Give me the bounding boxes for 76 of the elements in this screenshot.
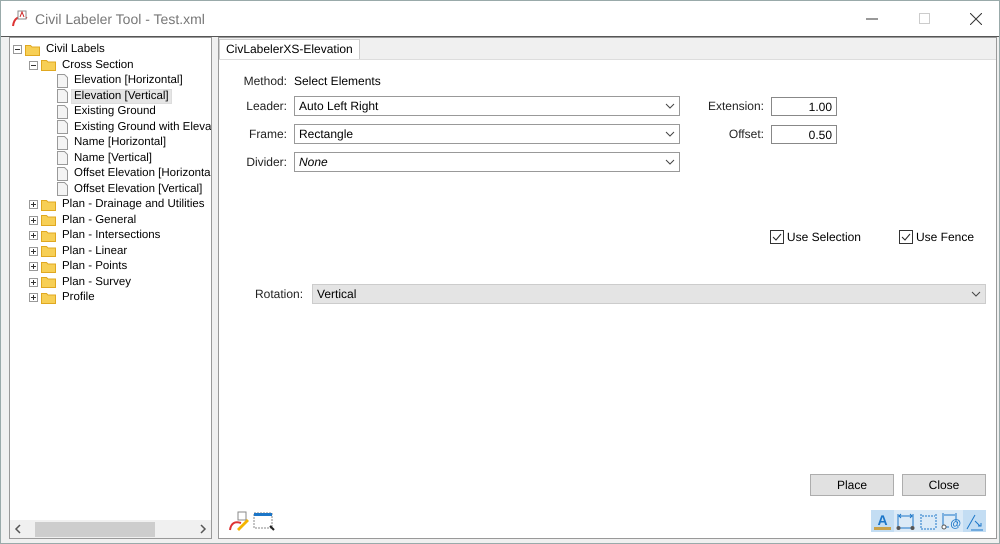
input-field[interactable]: 0.50 — [771, 124, 837, 144]
expand-icon[interactable] — [29, 231, 38, 240]
checkbox[interactable] — [770, 230, 784, 244]
scroll-right-icon[interactable] — [200, 524, 207, 534]
tree-item[interactable]: Existing Ground — [71, 104, 159, 120]
folder-icon — [41, 260, 56, 273]
folder-icon — [41, 230, 56, 242]
window-title: Civil Labeler Tool - Test.xml — [35, 10, 206, 26]
collapse-icon[interactable] — [29, 60, 38, 70]
document-icon — [57, 136, 68, 150]
dimension-box-icon[interactable] — [919, 512, 938, 530]
expand-icon[interactable] — [29, 200, 38, 210]
document-icon — [57, 151, 68, 166]
folder-icon — [41, 198, 56, 211]
minimize-icon — [866, 18, 878, 20]
document-icon — [57, 166, 68, 181]
dialog-button[interactable]: Place — [810, 474, 894, 496]
tree-item[interactable]: Plan - Survey — [59, 274, 134, 290]
tree-item[interactable]: Civil Labels — [43, 42, 108, 58]
dimension-points-icon[interactable] — [896, 512, 915, 530]
field-label: Offset: — [728, 127, 764, 141]
expand-icon[interactable] — [29, 278, 38, 287]
rotation-label: Rotation: — [255, 287, 304, 301]
input-field[interactable]: 1.00 — [771, 96, 837, 116]
field-label: Extension: — [706, 99, 764, 113]
dropdown-label: Frame: — [248, 127, 287, 141]
expand-icon[interactable] — [29, 293, 38, 302]
labeler-pencil-icon[interactable] — [229, 511, 251, 531]
window-select-icon[interactable] — [253, 511, 275, 531]
maximize-icon — [918, 13, 930, 24]
collapse-icon[interactable] — [13, 45, 22, 54]
dimension-at-tool[interactable]: @ — [941, 511, 962, 531]
folder-icon — [41, 292, 56, 304]
tree-item[interactable]: Offset Elevation [Horizonta — [71, 166, 211, 182]
tree-item[interactable]: Name [Horizontal] — [71, 135, 170, 150]
checkbox-label: Use Fence — [916, 230, 974, 244]
checkbox[interactable] — [898, 230, 913, 244]
expand-icon[interactable] — [29, 216, 38, 225]
app-logo-icon — [11, 10, 29, 28]
tree-item[interactable]: Cross Section — [59, 58, 137, 73]
document-icon — [57, 120, 68, 134]
tree-item[interactable]: Offset Elevation [Vertical] — [71, 182, 206, 197]
folder-icon — [25, 44, 40, 56]
close-icon — [970, 12, 982, 24]
tree-item[interactable]: Plan - Intersections — [59, 228, 164, 244]
tree-item[interactable]: Plan - Drainage and Utilities — [59, 197, 208, 212]
dropdown[interactable]: None — [294, 152, 680, 172]
tree-item[interactable]: Name [Vertical] — [71, 150, 155, 166]
dropdown-label: Leader: — [245, 99, 287, 113]
folder-icon — [41, 245, 56, 258]
tree-item[interactable]: Plan - Linear — [59, 244, 130, 259]
scroll-left-icon[interactable] — [14, 524, 21, 534]
folder-icon — [41, 214, 56, 226]
folder-icon — [41, 276, 56, 288]
dropdown[interactable]: Rectangle — [294, 124, 680, 144]
method-value: Select Elements — [294, 74, 382, 88]
document-icon — [57, 74, 68, 88]
tree-item[interactable]: Elevation [Horizontal] — [71, 73, 186, 88]
tree-item[interactable]: Plan - General — [59, 212, 140, 228]
tab[interactable]: CivLabelerXS-Elevation — [219, 39, 360, 59]
tree-item[interactable]: Plan - Points — [59, 259, 130, 274]
expand-icon[interactable] — [29, 262, 38, 272]
dialog-button[interactable]: Close — [902, 474, 986, 496]
document-icon — [57, 182, 68, 196]
document-icon — [57, 104, 68, 119]
checkbox-label: Use Selection — [786, 230, 861, 244]
expand-icon[interactable] — [29, 246, 38, 256]
folder-icon — [41, 59, 56, 72]
dropdown[interactable]: Auto Left Right — [294, 96, 680, 116]
document-icon — [57, 89, 68, 104]
dropdown-label: Divider: — [245, 155, 287, 169]
method-label: Method: — [242, 74, 287, 88]
horizontal-scrollbar[interactable] — [10, 520, 211, 538]
tree-item[interactable]: Elevation [Vertical] — [71, 88, 172, 104]
rotation-dropdown[interactable]: Vertical — [312, 284, 986, 304]
tree-item[interactable]: Profile — [59, 290, 98, 306]
